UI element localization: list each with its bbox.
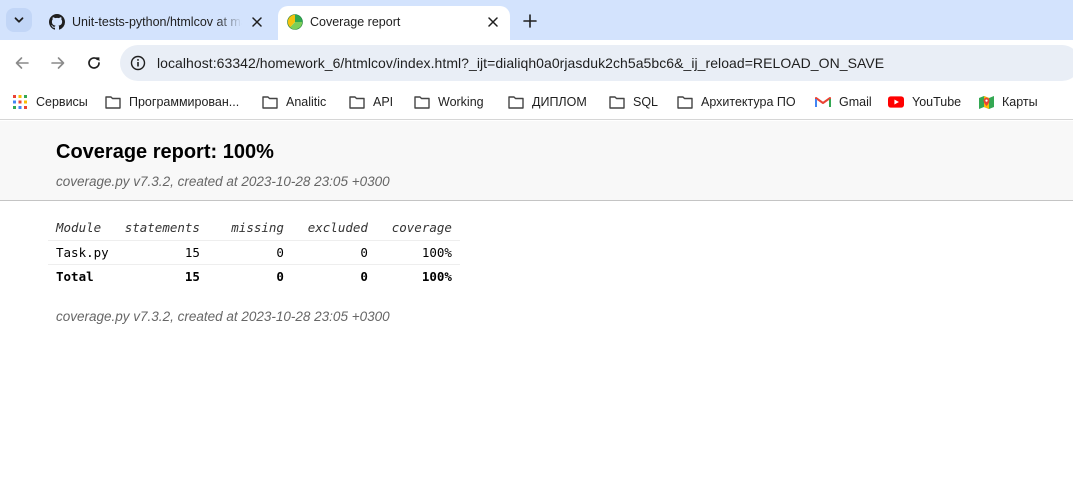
tab-title: Unit-tests-python/htmlcov at main xyxy=(72,15,242,29)
reload-button[interactable] xyxy=(83,52,105,74)
bookmark-label: Архитектура ПО xyxy=(701,95,796,109)
column-header-missing[interactable]: missing xyxy=(208,216,292,240)
close-tab-icon[interactable] xyxy=(248,13,266,31)
total-label: Total xyxy=(48,263,117,288)
folder-icon xyxy=(609,94,625,110)
coverage-icon xyxy=(287,14,303,30)
column-header-module[interactable]: Module xyxy=(48,216,117,240)
bookmark-label: Gmail xyxy=(839,95,872,109)
tab-strip: Unit-tests-python/htmlcov at main Covera… xyxy=(0,0,1073,40)
total-excluded: 0 xyxy=(291,263,376,288)
bookmark-maps[interactable]: Карты xyxy=(978,92,1038,112)
reload-icon xyxy=(88,57,100,69)
bookmark-folder-programming[interactable]: Программирован... xyxy=(105,92,239,112)
column-header-statements[interactable]: statements xyxy=(117,216,208,240)
bookmark-folder-working[interactable]: Working xyxy=(414,92,484,112)
total-row: Total 15 0 0 100% xyxy=(48,263,460,288)
folder-icon xyxy=(677,94,693,110)
bookmark-label: SQL xyxy=(633,95,659,109)
folder-icon xyxy=(414,94,430,110)
site-info-icon[interactable] xyxy=(128,53,148,73)
tab-coverage-report[interactable]: Coverage report xyxy=(278,6,510,40)
folder-icon xyxy=(262,94,278,110)
plus-icon xyxy=(523,14,537,28)
bookmark-services[interactable]: Сервисы xyxy=(12,92,88,112)
bookmark-folder-analitic[interactable]: Analitic xyxy=(262,92,326,112)
arrow-right-icon xyxy=(51,57,65,69)
bookmark-label: API xyxy=(373,95,394,109)
folder-icon xyxy=(105,94,121,110)
bookmark-label: Working xyxy=(438,95,484,109)
report-footer: coverage.py v7.3.2, created at 2023-10-2… xyxy=(56,309,390,324)
table-row: Task.py 15 0 0 100% xyxy=(48,239,460,264)
bookmark-label: Карты xyxy=(1002,95,1038,109)
chevron-down-icon xyxy=(14,17,24,23)
tab-github[interactable]: Unit-tests-python/htmlcov at main xyxy=(40,6,274,40)
bookmarks-bar: Сервисы Программирован... Analitic API W… xyxy=(0,85,1073,120)
coverage-table: Module statements missing excluded cover… xyxy=(48,216,460,288)
table-header-row: Module statements missing excluded cover… xyxy=(48,216,460,240)
total-missing: 0 xyxy=(207,263,292,288)
bookmark-gmail[interactable]: Gmail xyxy=(815,92,872,112)
maps-icon xyxy=(978,94,994,110)
bookmark-label: Сервисы xyxy=(36,95,88,109)
page-subtitle: coverage.py v7.3.2, created at 2023-10-2… xyxy=(56,174,390,189)
bookmark-label: Analitic xyxy=(286,95,327,109)
bookmark-label: ДИПЛОМ xyxy=(532,95,587,109)
back-button[interactable] xyxy=(11,52,33,74)
close-tab-icon[interactable] xyxy=(484,13,502,31)
statements-cell: 15 xyxy=(116,239,208,264)
column-header-coverage[interactable]: coverage xyxy=(376,216,460,240)
folder-icon xyxy=(349,94,365,110)
arrow-left-icon xyxy=(15,57,29,69)
bookmark-folder-sql[interactable]: SQL xyxy=(609,92,658,112)
bookmark-folder-diploma[interactable]: ДИПЛОМ xyxy=(508,92,587,112)
bookmark-label: YouTube xyxy=(912,95,962,109)
coverage-cell: 100% xyxy=(375,239,460,264)
url-text[interactable]: localhost:63342/homework_6/htmlcov/index… xyxy=(157,55,884,71)
folder-icon xyxy=(508,94,524,110)
bookmark-youtube[interactable]: YouTube xyxy=(888,92,961,112)
bookmark-folder-architecture[interactable]: Архитектура ПО xyxy=(677,92,796,112)
page-title: Coverage report: 100% xyxy=(56,141,274,163)
tab-title: Coverage report xyxy=(310,15,401,29)
total-coverage: 100% xyxy=(375,263,460,288)
bookmark-label: Программирован... xyxy=(129,95,240,109)
module-link[interactable]: Task.py xyxy=(48,239,117,264)
github-icon xyxy=(49,14,65,30)
missing-cell: 0 xyxy=(207,239,292,264)
total-statements: 15 xyxy=(116,263,208,288)
apps-grid-icon xyxy=(12,94,28,110)
new-tab-button[interactable] xyxy=(519,10,541,32)
address-bar[interactable]: localhost:63342/homework_6/htmlcov/index… xyxy=(120,45,1073,81)
report-header: Coverage report: 100% coverage.py v7.3.2… xyxy=(0,121,1073,201)
browser-toolbar: localhost:63342/homework_6/htmlcov/index… xyxy=(0,40,1073,85)
gmail-icon xyxy=(815,94,831,110)
forward-button[interactable] xyxy=(47,52,69,74)
excluded-cell: 0 xyxy=(291,239,376,264)
column-header-excluded[interactable]: excluded xyxy=(292,216,376,240)
youtube-icon xyxy=(888,94,904,110)
bookmark-folder-api[interactable]: API xyxy=(349,92,393,112)
tab-search-button[interactable] xyxy=(6,8,32,32)
